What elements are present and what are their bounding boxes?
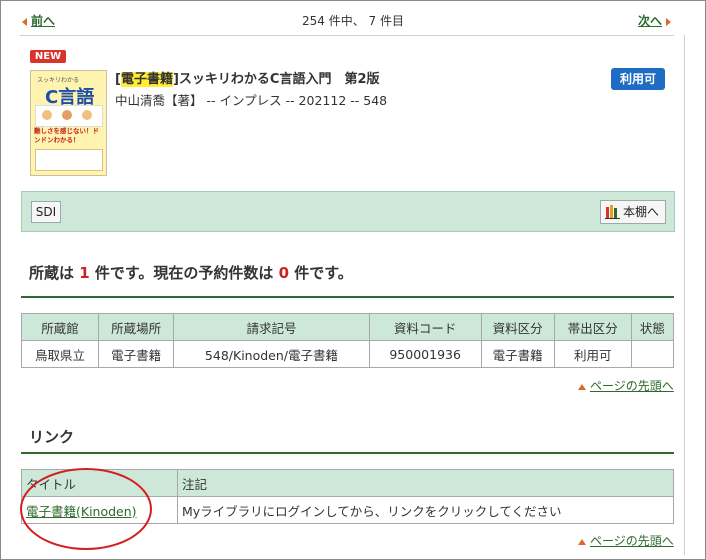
cover-panel xyxy=(35,149,103,171)
table-cell: 電子書籍 xyxy=(480,340,555,368)
table-cell: 548/Kinoden/電子書籍 xyxy=(173,340,370,368)
table-cell: 鳥取県立 xyxy=(20,340,100,368)
section-divider xyxy=(21,452,674,454)
holdings-table: 所蔵館 所蔵場所 請求記号 資料コード 資料区分 帯出区分 状態 鳥取県立 電子… xyxy=(20,313,675,368)
column-header: 請求記号 xyxy=(173,313,370,341)
page-top-label: ページの先頭へ xyxy=(590,379,674,393)
up-triangle-icon xyxy=(578,538,586,545)
bookshelf-icon xyxy=(605,205,620,219)
page-top-link[interactable]: ページの先頭へ xyxy=(578,532,674,549)
table-cell: 950001936 xyxy=(368,340,482,368)
bookshelf-label: 本棚へ xyxy=(623,205,660,219)
annotation-circle xyxy=(20,468,152,550)
right-triangle-icon xyxy=(666,17,672,26)
divider xyxy=(20,35,674,36)
column-header: 状態 xyxy=(630,313,675,341)
table-header-row: 所蔵館 所蔵場所 請求記号 資料コード 資料区分 帯出区分 状態 xyxy=(20,313,675,341)
holdings-summary: 所蔵は 1 件です。現在の予約件数は 0 件です。 xyxy=(29,262,353,283)
book-meta: 中山清喬【著】 -- インプレス -- 202112 -- 548 xyxy=(115,93,388,108)
holdings-prefix: 所蔵は xyxy=(29,264,80,282)
table-cell: 利用可 xyxy=(553,340,632,368)
book-title[interactable]: [電子書籍]スッキリわかるC言語入門 第2版 xyxy=(115,68,380,87)
title-highlight: 電子書籍 xyxy=(120,72,173,87)
holdings-count: 1 xyxy=(79,264,90,282)
table-cell: Myライブラリにログインしてから、リンクをクリックしてください xyxy=(177,496,674,524)
divider xyxy=(684,35,685,555)
result-position: 254 件中、 7 件目 xyxy=(302,14,404,28)
new-badge: NEW xyxy=(30,50,66,63)
column-header: 帯出区分 xyxy=(553,313,632,341)
column-header: 資料コード xyxy=(368,313,482,341)
availability-badge: 利用可 xyxy=(611,68,665,90)
book-cover-image[interactable]: スッキリわかる C言語 難しさを感じない！ドンドンわかる！ xyxy=(30,70,107,176)
cover-illustration xyxy=(35,105,103,127)
reservation-count: 0 xyxy=(278,264,290,282)
column-header: 資料区分 xyxy=(480,313,555,341)
sdi-button[interactable]: SDI xyxy=(31,201,61,223)
title-rest: スッキリわかるC言語入門 第2版 xyxy=(178,72,380,87)
holdings-middle: 件です。現在の予約件数は xyxy=(89,264,279,282)
page-top-label: ページの先頭へ xyxy=(590,534,674,548)
links-heading: リンク xyxy=(29,428,75,446)
column-header: 注記 xyxy=(177,469,674,497)
column-header: 所蔵館 xyxy=(20,313,100,341)
action-bar: SDI 本棚へ xyxy=(21,191,675,232)
section-divider xyxy=(21,296,674,298)
next-link[interactable]: 次へ xyxy=(638,12,672,29)
column-header: 所蔵場所 xyxy=(98,313,175,341)
up-triangle-icon xyxy=(578,383,586,390)
bookshelf-button[interactable]: 本棚へ xyxy=(600,200,666,224)
page-top-link[interactable]: ページの先頭へ xyxy=(578,377,674,394)
table-cell xyxy=(630,340,675,368)
cover-tagline: 難しさを感じない！ドンドンわかる！ xyxy=(34,127,99,144)
holdings-suffix: 件です。 xyxy=(289,264,353,282)
next-label: 次へ xyxy=(638,14,663,28)
table-cell: 電子書籍 xyxy=(98,340,175,368)
table-row: 鳥取県立 電子書籍 548/Kinoden/電子書籍 950001936 電子書… xyxy=(20,340,675,368)
